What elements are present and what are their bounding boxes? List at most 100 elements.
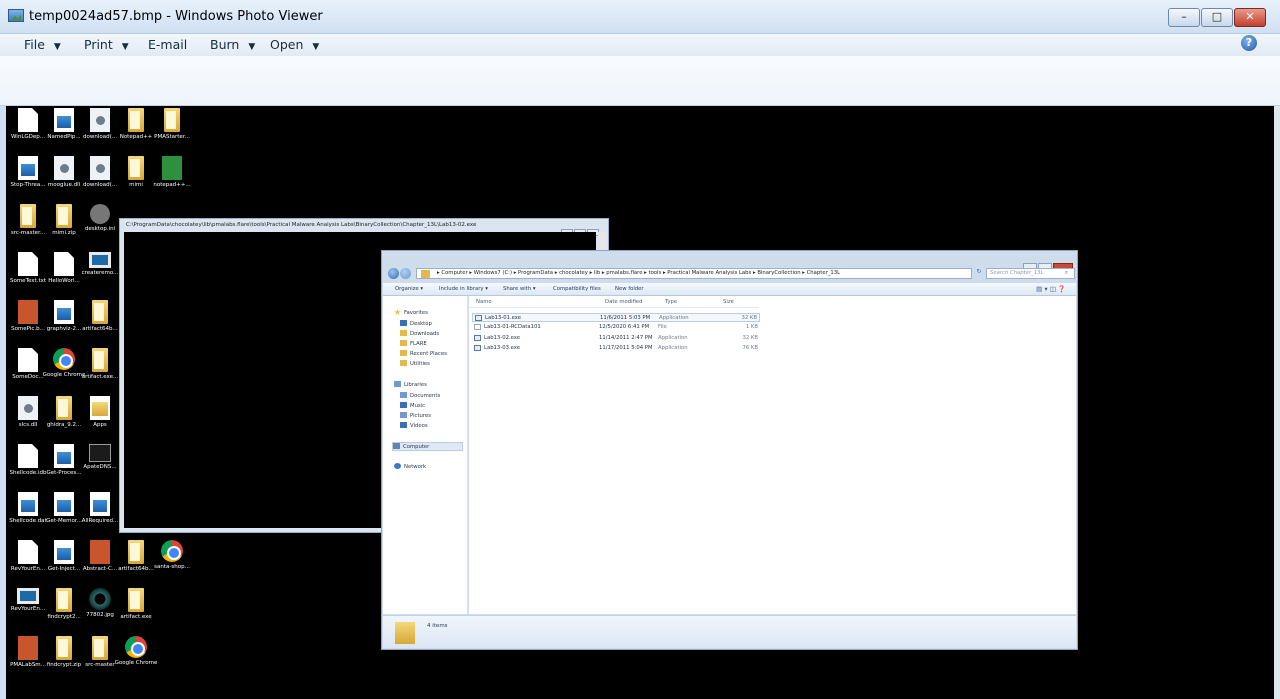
chrome-icon	[53, 348, 75, 370]
desktop-icon: Google Chrome	[114, 636, 158, 667]
picture-icon	[18, 300, 38, 324]
chrome-icon	[125, 636, 147, 658]
breadcrumb: ▸ Computer ▸ Windows7 (C:) ▸ ProgramData…	[437, 270, 841, 276]
search-icon: ⌕	[1065, 270, 1068, 276]
image-icon	[18, 492, 38, 516]
organize-button: Organize ▾	[395, 286, 424, 292]
cmd-icon	[89, 444, 111, 462]
desktop-icon: desktop.ini	[78, 204, 122, 233]
file-size: 32 KB	[741, 315, 757, 321]
desktop-icon: artifact.exe	[114, 588, 158, 621]
desktop-icon-label: AllRequired...	[81, 518, 119, 524]
desktop-icon: ApateDNS...	[78, 444, 122, 471]
nav-recent-places: Recent Places	[400, 350, 447, 357]
menu-open-label: Open	[270, 37, 304, 52]
desktop-icon-label: artifact.exe	[120, 614, 152, 620]
desktop-icon-label: ApateDNS...	[83, 464, 117, 470]
ring-icon	[89, 588, 111, 610]
compatibility-files-button: Compatibility files	[553, 286, 601, 292]
gear-icon	[90, 204, 110, 224]
desktop-icon-label: HelloWorl...	[48, 278, 80, 284]
menu-burn[interactable]: Burn ▼	[210, 37, 255, 52]
refresh-icon: ↻	[976, 268, 982, 275]
file-size: 1 KB	[745, 324, 758, 331]
desktop-icon: createremo...	[78, 252, 122, 277]
window-icon	[17, 588, 39, 604]
desktop-icon: Apps	[78, 396, 122, 429]
file-icon	[474, 324, 481, 331]
file-icon	[18, 108, 38, 132]
desktop-icon: PMAStarter...	[150, 108, 194, 141]
desktop-icon-label: artifact.exe...	[81, 374, 119, 380]
folder-icon	[400, 360, 407, 366]
address-bar-row: ▸ Computer ▸ Windows7 (C:) ▸ ProgramData…	[386, 268, 1075, 280]
image-icon	[54, 108, 74, 132]
folder-icon	[92, 300, 108, 324]
folder-icon	[92, 348, 108, 372]
search-placeholder: Search Chapter_13L	[990, 270, 1044, 276]
nav-computer: Computer	[392, 442, 463, 451]
explorer-window: ▸ Computer ▸ Windows7 (C:) ▸ ProgramData…	[381, 250, 1078, 650]
dll-icon	[18, 396, 38, 420]
help-icon[interactable]: ?	[1241, 35, 1257, 51]
maximize-icon: □	[1211, 10, 1223, 23]
column-date-modified: Date modified	[605, 299, 643, 305]
folder-icon	[421, 270, 430, 278]
nav-flare: FLARE	[400, 340, 427, 347]
item-count: 4 items	[427, 623, 448, 629]
close-button[interactable]: ✕	[1234, 8, 1266, 27]
nav-downloads: Downloads	[400, 330, 439, 337]
network-icon	[394, 463, 401, 469]
minimize-button[interactable]: –	[1168, 8, 1200, 27]
file-list: Name Date modified Type Size Lab13-01.ex…	[469, 296, 1076, 614]
desktop-icon-label: createremo...	[81, 270, 119, 276]
nav-favorites: Favorites	[394, 309, 428, 316]
menu-open[interactable]: Open ▼	[270, 37, 319, 52]
folder-icon	[56, 396, 72, 420]
file-type: Application	[658, 334, 688, 341]
image-icon	[54, 492, 74, 516]
menu-file-label: File	[24, 37, 45, 52]
console-window-buttons	[560, 221, 602, 236]
desktop-icon-label: notepad++...	[153, 182, 191, 188]
desktop-icon-label: PMAStarter...	[154, 134, 190, 140]
file-type: Application	[658, 344, 688, 351]
application-icon	[475, 315, 482, 321]
menu-file[interactable]: File ▼	[24, 37, 61, 52]
nav-videos: Videos	[400, 422, 428, 429]
desktop-icon: artifact64b...	[78, 300, 122, 333]
search-box: Search Chapter_13L ⌕	[986, 268, 1075, 279]
desktop-icon-label: Get-Proces...	[46, 470, 82, 476]
application-icon	[474, 344, 481, 351]
menu-print-label: Print	[84, 37, 113, 52]
window-icon	[89, 252, 111, 268]
menu-print[interactable]: Print ▼	[84, 37, 129, 52]
details-pane: 4 items	[383, 615, 1076, 648]
maximize-button[interactable]: □	[1201, 8, 1233, 27]
navigation-pane: Favorites Desktop Downloads FLARE Recent…	[383, 296, 468, 614]
file-size: 76 KB	[742, 344, 758, 351]
nav-desktop: Desktop	[400, 320, 432, 327]
dll-icon	[54, 156, 74, 180]
file-size: 32 KB	[742, 334, 758, 341]
menu-email[interactable]: E-mail	[148, 37, 187, 52]
nav-utilities: Utilities	[400, 360, 430, 367]
command-bar: Organize ▾ Include in library ▾ Share wi…	[383, 283, 1076, 296]
menu-email-label: E-mail	[148, 37, 188, 52]
file-date: 11/17/2011 5:04 PM	[599, 344, 653, 351]
file-date: 12/5/2020 6:41 PM	[599, 324, 650, 331]
folder-icon	[164, 108, 180, 132]
dll-icon	[90, 156, 110, 180]
nav-documents: Documents	[400, 392, 440, 399]
file-row: Lab13-01-RCData101 12/5/2020 6:41 PM File 1…	[472, 323, 760, 332]
console-title: C:\ProgramData\chocolatey\lib\pmalabs.fl…	[126, 222, 477, 228]
address-bar: ▸ Computer ▸ Windows7 (C:) ▸ ProgramData…	[416, 268, 972, 279]
libraries-icon	[394, 381, 401, 387]
nav-music: Music	[400, 402, 425, 409]
desktop-icon: notepad++...	[150, 156, 194, 189]
image-icon	[90, 492, 110, 516]
folder-icon	[128, 588, 144, 612]
desktop-icon: santa-shop...	[150, 540, 194, 571]
documents-icon	[400, 392, 407, 398]
desktop-icon-label: desktop.ini	[84, 226, 116, 232]
